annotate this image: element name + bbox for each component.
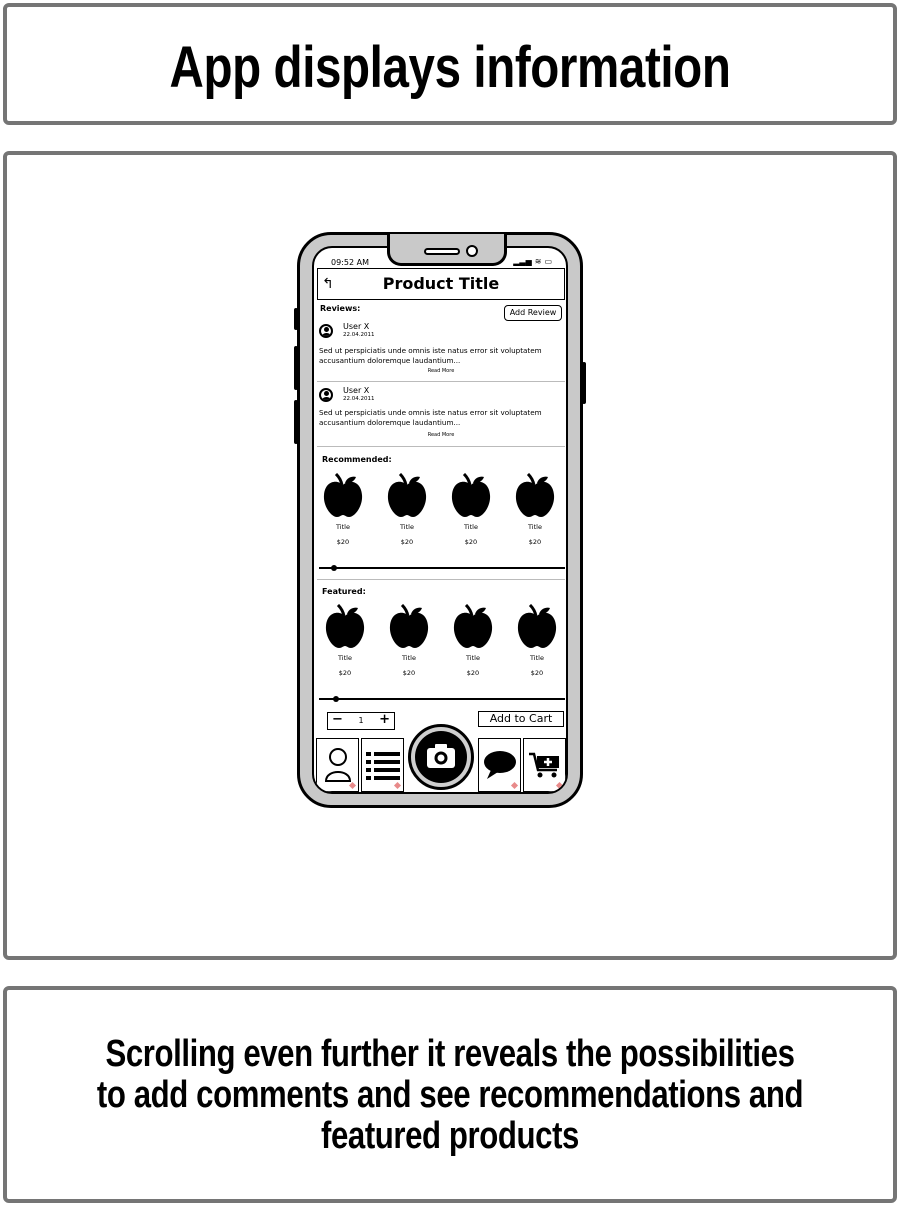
apple-icon <box>325 604 365 648</box>
review-text: Sed ut perspiciatis unde omnis iste natu… <box>319 346 542 365</box>
recommended-item[interactable]: Title $20 <box>446 473 496 546</box>
divider <box>317 381 565 382</box>
cart-add-icon <box>528 752 559 778</box>
item-price: $20 <box>338 669 352 677</box>
title-bar: ↰ Product Title <box>317 268 565 300</box>
review-text: Sed ut perspiciatis unde omnis iste natu… <box>319 408 542 427</box>
tab-cart[interactable] <box>523 738 566 792</box>
volume-down-button <box>294 400 298 444</box>
tab-chat[interactable] <box>478 738 521 792</box>
item-title: Title <box>400 523 414 531</box>
caption-text: Scrolling even further it reveals the po… <box>96 1033 804 1157</box>
tab-profile[interactable] <box>316 738 359 792</box>
avatar <box>319 324 333 338</box>
user-icon <box>324 748 351 782</box>
item-title: Title <box>338 654 352 662</box>
item-title: Title <box>530 654 544 662</box>
scroll-handle[interactable] <box>333 695 339 702</box>
item-title: Title <box>466 654 480 662</box>
featured-item[interactable]: Title $20 <box>512 604 562 677</box>
featured-item[interactable]: Title $20 <box>384 604 434 677</box>
power-button <box>582 362 586 404</box>
camera-button[interactable] <box>408 724 474 790</box>
recommended-item[interactable]: Title $20 <box>510 473 560 546</box>
product-title: Product Title <box>382 274 500 293</box>
quantity-plus-button[interactable]: + <box>379 712 390 727</box>
divider <box>317 579 565 580</box>
quantity-stepper: − 1 + <box>327 712 395 730</box>
divider <box>317 446 565 447</box>
volume-up-button <box>294 346 298 390</box>
read-more-link[interactable]: Read More <box>317 368 565 374</box>
phone-speaker <box>424 248 460 255</box>
link-marker-icon <box>393 781 402 790</box>
featured-label: Featured: <box>322 587 366 596</box>
read-more-link[interactable]: Read More <box>317 432 565 438</box>
apple-icon <box>517 604 557 648</box>
item-price: $20 <box>402 669 416 677</box>
mute-switch <box>294 308 298 330</box>
list-icon <box>365 752 400 780</box>
battery-icon: ▭ <box>544 257 552 266</box>
link-marker-icon <box>555 781 564 790</box>
front-camera-icon <box>466 245 478 257</box>
review-user: User X <box>343 386 370 395</box>
item-price: $20 <box>336 538 350 546</box>
item-title: Title <box>464 523 478 531</box>
apple-icon <box>451 473 491 517</box>
item-title: Title <box>528 523 542 531</box>
item-title: Title <box>336 523 350 531</box>
apple-icon <box>387 473 427 517</box>
link-marker-icon <box>510 781 519 790</box>
item-price: $20 <box>530 669 544 677</box>
phone-screen: 09:52 AM ▂▃▅ ≋ ▭ ↰ Product Title Reviews… <box>312 246 568 794</box>
review-date: 22.04.2011 <box>343 396 375 402</box>
add-review-button[interactable]: Add Review <box>504 305 562 321</box>
add-to-cart-button[interactable]: Add to Cart <box>478 711 564 727</box>
featured-scrollbar[interactable] <box>319 695 565 702</box>
camera-icon <box>427 744 455 768</box>
item-title: Title <box>402 654 416 662</box>
item-price: $20 <box>400 538 414 546</box>
page-title: App displays information <box>169 35 731 100</box>
header-panel: App displays information <box>3 3 897 125</box>
tab-list[interactable] <box>361 738 404 792</box>
tab-bar <box>316 724 566 792</box>
avatar <box>319 388 333 402</box>
item-price: $20 <box>528 538 542 546</box>
reviews-label: Reviews: <box>320 304 361 313</box>
scroll-handle[interactable] <box>331 564 337 571</box>
apple-icon <box>389 604 429 648</box>
status-time: 09:52 AM <box>331 258 369 267</box>
link-marker-icon <box>348 781 357 790</box>
signal-icon: ▂▃▅ <box>513 257 532 266</box>
apple-icon <box>453 604 493 648</box>
recommended-item[interactable]: Title $20 <box>318 473 368 546</box>
item-price: $20 <box>466 669 480 677</box>
wifi-icon: ≋ <box>534 257 542 266</box>
camera-button-face <box>415 731 467 783</box>
review-user: User X <box>343 322 370 331</box>
featured-item[interactable]: Title $20 <box>320 604 370 677</box>
review-date: 22.04.2011 <box>343 332 375 338</box>
item-price: $20 <box>464 538 478 546</box>
featured-item[interactable]: Title $20 <box>448 604 498 677</box>
caption-panel: Scrolling even further it reveals the po… <box>3 986 897 1203</box>
apple-icon <box>515 473 555 517</box>
recommended-item[interactable]: Title $20 <box>382 473 432 546</box>
apple-icon <box>323 473 363 517</box>
status-icons: ▂▃▅ ≋ ▭ <box>513 257 552 266</box>
recommended-label: Recommended: <box>322 455 392 464</box>
chat-icon <box>483 751 516 779</box>
recommended-scrollbar[interactable] <box>319 564 565 571</box>
